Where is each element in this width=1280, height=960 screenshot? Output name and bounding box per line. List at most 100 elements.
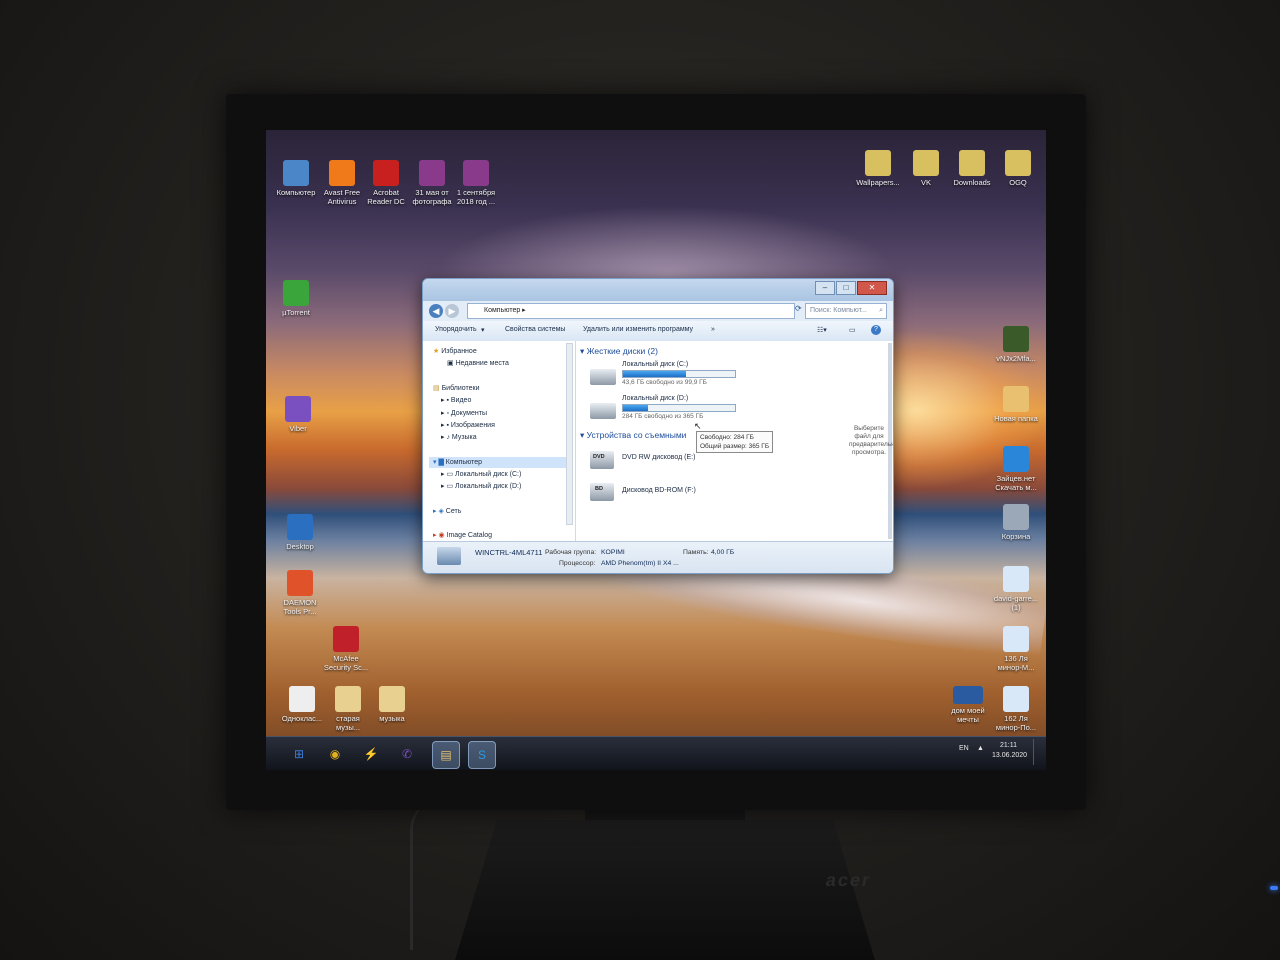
window-titlebar[interactable]: – □ ✕	[423, 279, 893, 301]
nav-documents-label: Документы	[450, 410, 487, 417]
preview-pane-icon[interactable]: ▭	[849, 326, 856, 334]
group-removable-devices[interactable]: ▾ Устройства со съемными	[580, 430, 686, 441]
desktop-icon-label: Viber	[289, 424, 307, 433]
taskbar: ⊞ ◉ ⚡ ✆ ▤ S EN ▲ 21:11 13.06.2020	[266, 736, 1046, 770]
drive-c-usage-fill	[623, 371, 686, 377]
clock-date[interactable]: 13.06.2020	[992, 752, 1027, 759]
desktop-icon[interactable]: DAEMON Tools Pr...	[272, 570, 328, 616]
desktop-icon-label: 1 сентября 2018 год ...	[456, 188, 496, 206]
details-processor-value: AMD Phenom(tm) II X4 ...	[601, 560, 679, 567]
nav-computer[interactable]: ▾ ▇ Компьютер	[433, 458, 482, 466]
desktop-icon[interactable]: музыка	[364, 686, 420, 723]
nav-libraries[interactable]: ▤ Библиотеки	[433, 384, 480, 392]
drive-d-item[interactable]: Локальный диск (D:) 284 ГБ свободно из 3…	[590, 395, 750, 423]
acrobat-icon	[373, 160, 399, 186]
folder-icon	[913, 150, 939, 176]
nav-network[interactable]: ▸ ◈ Сеть	[433, 507, 461, 515]
nav-computer-label: Компьютер	[445, 459, 483, 466]
details-computer-icon	[437, 547, 461, 565]
desktop-icon[interactable]: Зайцев.нет Скачать м...	[988, 446, 1044, 492]
search-input[interactable]: Поиск: Компьют... ⌕	[805, 303, 887, 319]
folder-icon	[865, 150, 891, 176]
desktop-icon[interactable]: vNJx2Mfa...	[988, 326, 1044, 363]
daemon-tools-icon[interactable]: ⚡	[358, 741, 384, 767]
uninstall-program-button[interactable]: Удалить или изменить программу	[583, 326, 693, 333]
nav-favorites[interactable]: ★ Избранное	[433, 347, 477, 355]
drive-icon: ▸ ▭	[441, 471, 456, 478]
nav-image-catalog[interactable]: ▸ ◉ Image Catalog	[433, 531, 492, 539]
skype-icon[interactable]: S	[468, 741, 496, 769]
desktop-icon[interactable]: Корзина	[988, 504, 1044, 541]
explorer-window[interactable]: – □ ✕ ◀ ▶ Компьютер ▸ ⟳ Поиск: Компьют..…	[422, 278, 894, 574]
bd-drive-item[interactable]: BD Дисковод BD-ROM (F:)	[590, 479, 740, 501]
hard-drive-icon	[590, 403, 616, 419]
details-processor-label: Процессор:	[559, 560, 596, 567]
desktop-icon[interactable]: 162 Ля минор-По...	[988, 686, 1044, 732]
music-library-icon: ▸ ♪	[441, 434, 452, 441]
desktop-icon[interactable]: Desktop	[272, 514, 328, 551]
show-desktop-button[interactable]	[1033, 739, 1040, 765]
forward-button[interactable]: ▶	[445, 304, 459, 318]
chrome-icon[interactable]: ◉	[322, 741, 348, 767]
nav-music[interactable]: ▸ ♪ Музыка	[441, 433, 477, 441]
back-button[interactable]: ◀	[429, 304, 443, 318]
details-memory-value: 4,00 ГБ	[711, 549, 735, 556]
desktop-icon-label: 136 Ля минор-М...	[997, 654, 1035, 672]
nav-images[interactable]: ▸ ▪ Изображения	[441, 421, 495, 429]
nav-drive-d[interactable]: ▸ ▭ Локальный диск (D:)	[441, 482, 521, 490]
command-bar: Упорядочить ▾ Свойства системы Удалить и…	[423, 321, 893, 342]
drive-c-item[interactable]: Локальный диск (C:) 43,6 ГБ свободно из …	[590, 361, 750, 389]
nav-documents[interactable]: ▸ ▫ Документы	[441, 409, 487, 417]
nav-scrollbar[interactable]	[566, 343, 573, 525]
desktop-icon[interactable]: 1 сентября 2018 год ...	[448, 160, 504, 206]
help-icon[interactable]: ?	[871, 325, 881, 335]
address-bar[interactable]: Компьютер ▸	[467, 303, 795, 319]
desktop-icon	[287, 514, 313, 540]
nav-images-label: Изображения	[450, 422, 495, 429]
drive-d-usage-fill	[623, 405, 648, 411]
details-memory-label: Память:	[683, 549, 709, 556]
details-pane: WINCTRL-4ML4711 Рабочая группа: KOPIMI П…	[423, 541, 893, 573]
monitor-stand-base	[455, 820, 875, 960]
monitor-brand-logo: acer	[824, 870, 873, 890]
clock-time[interactable]: 21:11	[1000, 742, 1017, 749]
desktop-icon[interactable]: µTorrent	[268, 280, 324, 317]
nav-recent-label: Недавние места	[455, 360, 509, 367]
desktop-icon[interactable]: Viber	[270, 396, 326, 433]
dvd-drive-name: DVD RW дисковод (E:)	[622, 454, 696, 461]
close-button[interactable]: ✕	[857, 281, 887, 295]
nav-drive-c[interactable]: ▸ ▭ Локальный диск (C:)	[441, 470, 521, 478]
tray-expand-icon[interactable]: ▲	[977, 745, 984, 752]
folder-icon	[1003, 386, 1029, 412]
system-properties-button[interactable]: Свойства системы	[505, 326, 565, 333]
content-pane: ▾ Жесткие диски (2) Локальный диск (C:) …	[576, 341, 893, 541]
desktop-icon[interactable]: david-garre... (1)	[988, 566, 1044, 612]
desktop-icon[interactable]: McAfee Security Sc...	[318, 626, 374, 672]
desktop-icon[interactable]: Новая папка	[988, 386, 1044, 423]
nav-video[interactable]: ▸ ▪ Видео	[441, 396, 471, 404]
drive-d-free-text: 284 ГБ свободно из 365 ГБ	[622, 413, 704, 420]
language-indicator[interactable]: EN	[959, 745, 969, 752]
organize-button[interactable]: Упорядочить	[435, 326, 477, 333]
viber-icon[interactable]: ✆	[394, 741, 420, 767]
nav-video-label: Видео	[450, 397, 472, 404]
desktop-icon[interactable]: 136 Ля минор-М...	[988, 626, 1044, 672]
desktop-icon[interactable]: OGQ	[990, 150, 1046, 187]
nav-drive-d-label: Локальный диск (D:)	[455, 483, 522, 490]
dvd-drive-item[interactable]: DVD DVD RW дисковод (E:)	[590, 447, 740, 469]
view-options-icon[interactable]: ☷▾	[817, 326, 827, 334]
desktop-icon-dream-house[interactable]: дом моей мечты	[940, 686, 996, 724]
desktop-icon-label: OGQ	[1009, 178, 1027, 187]
nav-libraries-label: Библиотеки	[441, 385, 480, 392]
more-commands-button[interactable]: »	[711, 326, 715, 333]
nav-recent-places[interactable]: ▣ Недавние места	[447, 359, 509, 367]
archive-icon	[419, 160, 445, 186]
address-row: ◀ ▶ Компьютер ▸ ⟳ Поиск: Компьют... ⌕	[423, 301, 893, 321]
explorer-icon[interactable]: ▤	[432, 741, 460, 769]
minimize-button[interactable]: –	[815, 281, 835, 295]
start-orb-icon[interactable]: ⊞	[286, 741, 312, 767]
catalog-icon: ▸ ◉	[433, 532, 447, 539]
group-hard-disks[interactable]: ▾ Жесткие диски (2)	[580, 346, 658, 357]
maximize-button[interactable]: □	[836, 281, 856, 295]
video-library-icon: ▸ ▪	[441, 397, 451, 404]
